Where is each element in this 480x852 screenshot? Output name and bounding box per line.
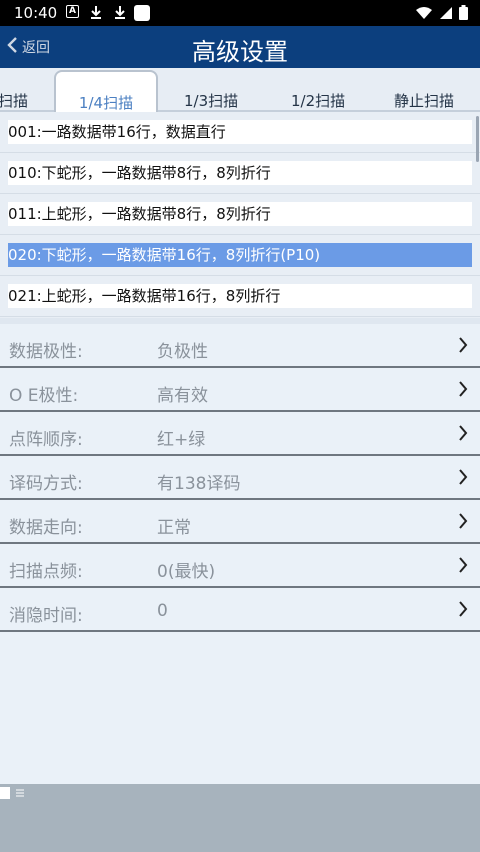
- settings-list: 数据极性: 负极性 O E极性: 高有效 点阵顺序: 红+绿 译码方式: 有13…: [0, 318, 480, 784]
- setting-label: 数据走向:: [9, 518, 83, 538]
- chevron-right-icon: [458, 600, 468, 622]
- notification-a-icon: A: [66, 5, 79, 18]
- chevron-right-icon: [458, 468, 468, 490]
- list-item[interactable]: 021:上蛇形，一路数据带16行，8列折行: [0, 276, 480, 317]
- setting-value: 0(最快): [157, 562, 216, 582]
- chevron-right-icon: [458, 424, 468, 446]
- list-item-selected[interactable]: 020:下蛇形，一路数据带16行，8列折行(P10): [0, 235, 480, 276]
- status-icons: [415, 5, 468, 24]
- setting-value: 高有效: [157, 386, 208, 406]
- menu-lines-icon: [0, 786, 26, 800]
- setting-label: 消隐时间:: [9, 606, 83, 626]
- list-item[interactable]: 011:上蛇形，一路数据带8行，8列折行: [0, 194, 480, 235]
- scan-mode-list[interactable]: 001:一路数据带16行，数据直行 010:下蛇形，一路数据带8行，8列折行 0…: [0, 112, 480, 318]
- setting-scan-frequency[interactable]: 扫描点频: 0(最快): [0, 544, 480, 588]
- tab-scan[interactable]: 扫描: [0, 90, 28, 111]
- wifi-icon: [415, 5, 433, 24]
- setting-label: 扫描点频:: [9, 562, 83, 582]
- tab-half-scan[interactable]: 1/2扫描: [291, 90, 345, 111]
- notification-square-icon: [134, 5, 150, 21]
- list-item[interactable]: 010:下蛇形，一路数据带8行，8列折行: [0, 153, 480, 194]
- chevron-right-icon: [458, 512, 468, 534]
- scan-mode-text: 020:下蛇形，一路数据带16行，8列折行(P10): [8, 243, 472, 267]
- setting-data-polarity[interactable]: 数据极性: 负极性: [0, 324, 480, 368]
- setting-value: 红+绿: [157, 430, 206, 450]
- scan-mode-text: 011:上蛇形，一路数据带8行，8列折行: [8, 202, 472, 226]
- title-bar: 返回 高级设置: [0, 26, 480, 68]
- status-bar: 10:40 A: [0, 0, 480, 26]
- list-item[interactable]: 001:一路数据带16行，数据直行: [0, 112, 480, 153]
- scan-mode-text: 001:一路数据带16行，数据直行: [8, 120, 472, 144]
- tab-static-scan[interactable]: 静止扫描: [394, 90, 454, 111]
- setting-value: 有138译码: [157, 474, 241, 494]
- signal-icon: [439, 5, 453, 24]
- setting-label: 译码方式:: [9, 474, 83, 494]
- page-title: 高级设置: [192, 38, 288, 66]
- setting-label: 数据极性:: [9, 342, 83, 362]
- download-icon: [90, 5, 102, 22]
- tab-third-scan[interactable]: 1/3扫描: [184, 90, 238, 111]
- setting-label: O E极性:: [9, 386, 79, 406]
- chevron-right-icon: [458, 380, 468, 402]
- chevron-right-icon: [458, 556, 468, 578]
- chevron-right-icon: [458, 336, 468, 358]
- setting-value: 负极性: [157, 342, 208, 362]
- scan-mode-text: 010:下蛇形，一路数据带8行，8列折行: [8, 161, 472, 185]
- scrollbar[interactable]: [476, 116, 479, 162]
- battery-icon: [459, 5, 468, 24]
- scan-mode-text: 021:上蛇形，一路数据带16行，8列折行: [8, 284, 472, 308]
- bottom-panel: [0, 784, 480, 852]
- setting-dot-order[interactable]: 点阵顺序: 红+绿: [0, 412, 480, 456]
- scan-tabs: 扫描 1/4扫描 1/3扫描 1/2扫描 静止扫描: [0, 68, 480, 114]
- setting-value: 正常: [157, 518, 191, 538]
- tab-quarter-scan[interactable]: 1/4扫描: [54, 70, 158, 114]
- setting-data-direction[interactable]: 数据走向: 正常: [0, 500, 480, 544]
- setting-oe-polarity[interactable]: O E极性: 高有效: [0, 368, 480, 412]
- setting-blanking-time[interactable]: 消隐时间: 0: [0, 588, 480, 632]
- setting-value: 0: [157, 601, 168, 621]
- download-icon: [114, 5, 126, 22]
- setting-decode-mode[interactable]: 译码方式: 有138译码: [0, 456, 480, 500]
- setting-label: 点阵顺序:: [9, 430, 83, 450]
- status-time: 10:40: [14, 4, 58, 22]
